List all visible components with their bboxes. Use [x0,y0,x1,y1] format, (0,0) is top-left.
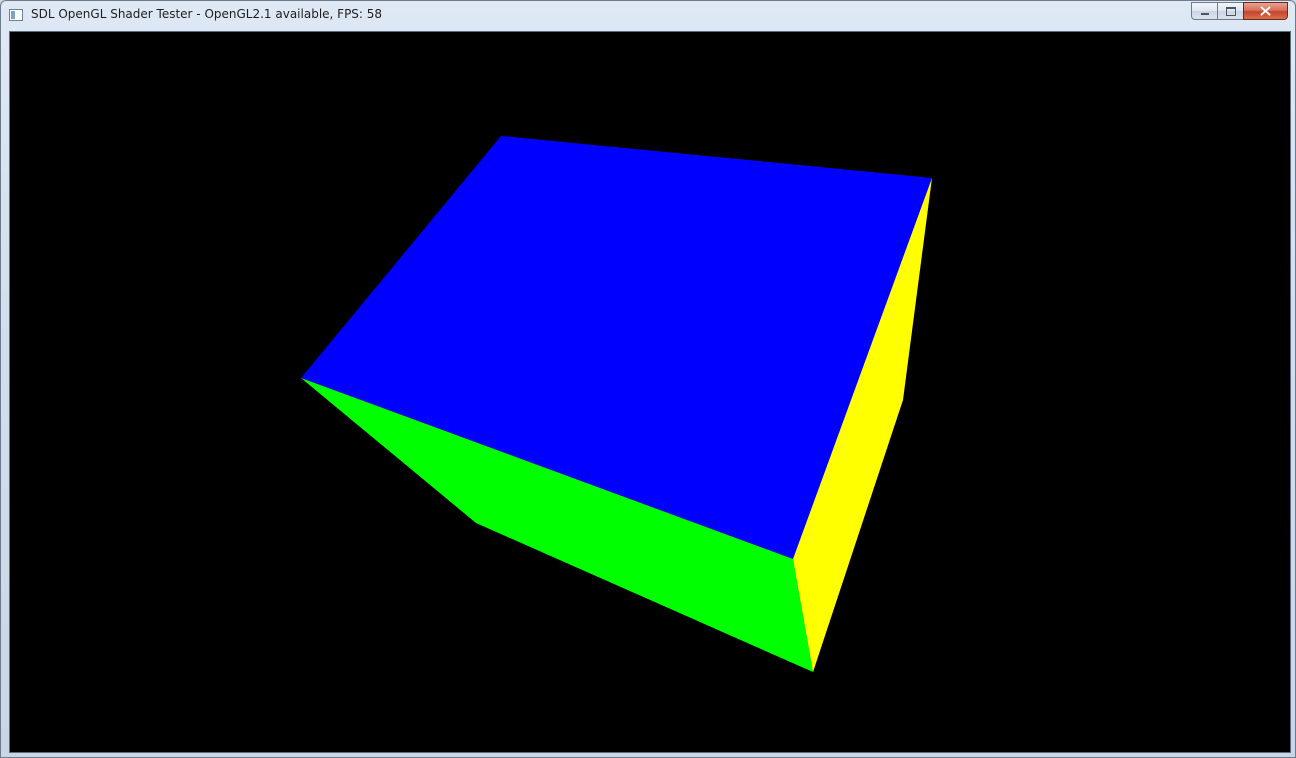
close-icon [1260,6,1271,16]
close-button[interactable] [1243,2,1288,20]
maximize-button[interactable] [1217,2,1243,20]
app-window: SDL OpenGL Shader Tester - OpenGL2.1 ava… [0,0,1296,758]
window-title: SDL OpenGL Shader Tester - OpenGL2.1 ava… [31,7,383,21]
opengl-render-canvas[interactable] [9,31,1291,753]
title-bar[interactable]: SDL OpenGL Shader Tester - OpenGL2.1 ava… [1,1,1295,30]
minimize-button[interactable] [1191,2,1217,20]
app-window-icon[interactable] [9,9,23,21]
cube-scene [301,136,932,672]
caption-buttons [1191,2,1288,21]
